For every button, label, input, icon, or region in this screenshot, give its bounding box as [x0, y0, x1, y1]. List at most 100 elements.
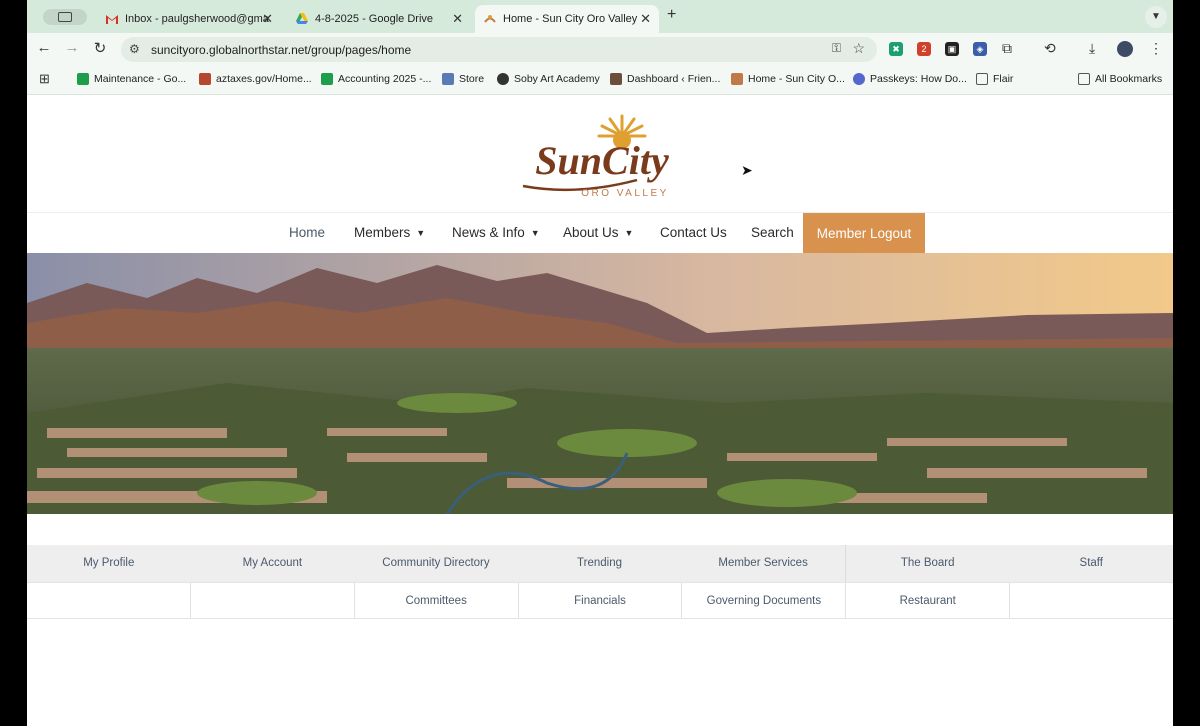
- chevron-down-icon: ▼: [416, 228, 426, 238]
- tab-switch-icon: [58, 12, 72, 22]
- extension-dark-icon[interactable]: ▣: [945, 42, 959, 56]
- tab-list-chevron-icon[interactable]: ▼: [1145, 6, 1167, 28]
- url-text[interactable]: suncityoro.globalnorthstar.net/group/pag…: [151, 43, 411, 57]
- apps-grid-icon[interactable]: ⊞: [39, 71, 50, 87]
- close-tab-icon[interactable]: ✕: [452, 11, 463, 27]
- bookmark-label: Dashboard ‹ Frien...: [627, 73, 721, 85]
- bookmarks-bar: ⊞ Maintenance - Go... aztaxes.gov/Home..…: [27, 65, 1173, 95]
- tab-title: Inbox - paulgsherwood@gma: [125, 13, 269, 25]
- quick-link-my-profile[interactable]: My Profile: [27, 545, 191, 582]
- bookmark-item[interactable]: Accounting 2025 -...: [321, 73, 431, 85]
- nav-news-info[interactable]: News & Info ▼: [452, 225, 540, 240]
- close-tab-icon[interactable]: ✕: [640, 11, 651, 27]
- bookmark-item[interactable]: Store: [442, 73, 484, 85]
- quick-link-restaurant[interactable]: Restaurant: [845, 583, 1009, 618]
- logo-subtitle: ORO VALLEY: [581, 188, 669, 199]
- sheets-icon: [77, 73, 89, 85]
- nav-label: About Us: [563, 225, 619, 240]
- quick-link-empty: [189, 583, 354, 618]
- member-logout-button[interactable]: Member Logout: [803, 213, 925, 254]
- nav-label: Members: [354, 225, 411, 240]
- folder-icon: [1078, 73, 1090, 85]
- nav-home[interactable]: Home: [289, 225, 325, 240]
- tab-sun-city[interactable]: Home - Sun City Oro Valley ✕: [475, 5, 659, 33]
- nav-about-us[interactable]: About Us ▼: [563, 225, 633, 240]
- all-bookmarks-folder[interactable]: All Bookmarks: [1078, 73, 1162, 85]
- bookmark-label: Store: [459, 73, 485, 85]
- logo-wordmark: SunCity: [535, 138, 669, 183]
- extensions-puzzle-icon[interactable]: ⧉: [1002, 40, 1012, 57]
- site-info-icon[interactable]: ⚙: [129, 42, 140, 56]
- google-drive-icon: [295, 12, 309, 26]
- bookmark-item[interactable]: Passkeys: How Do...: [853, 73, 967, 85]
- quick-link-staff[interactable]: Staff: [1009, 545, 1173, 582]
- passkey-icon: [853, 73, 865, 85]
- extension-badge-count: 2: [921, 44, 927, 54]
- history-icon[interactable]: ⟲: [1044, 40, 1056, 57]
- reload-icon[interactable]: ↻: [90, 39, 110, 57]
- bookmark-item[interactable]: Soby Art Academy: [497, 73, 600, 85]
- nav-contact-us[interactable]: Contact Us: [660, 225, 727, 240]
- bookmark-item[interactable]: Home - Sun City O...: [731, 73, 845, 85]
- bookmark-star-icon[interactable]: ☆: [852, 40, 865, 57]
- quick-link-empty: [1009, 583, 1173, 618]
- menu-kebab-icon[interactable]: ⋮: [1149, 40, 1163, 57]
- bookmark-folder[interactable]: Flair: [976, 73, 1013, 85]
- hero-landscape-image: [27, 253, 1173, 514]
- main-navigation: Home Members ▼ News & Info ▼ About Us ▼ Con…: [27, 212, 1173, 254]
- address-bar[interactable]: ⚙ suncityoro.globalnorthstar.net/group/p…: [121, 37, 877, 62]
- bookmark-label: aztaxes.gov/Home...: [216, 73, 312, 85]
- tab-google-drive[interactable]: 4-8-2025 - Google Drive ✕: [287, 5, 471, 33]
- quick-links-row: Committees Financials Governing Document…: [27, 582, 1173, 619]
- art-icon: [497, 73, 509, 85]
- quick-link-member-services[interactable]: Member Services: [681, 545, 845, 582]
- bookmark-item[interactable]: aztaxes.gov/Home...: [199, 73, 312, 85]
- gmail-icon: [105, 12, 119, 26]
- nav-label: News & Info: [452, 225, 525, 240]
- chevron-down-icon: ▼: [530, 228, 540, 238]
- bookmark-label: Home - Sun City O...: [748, 73, 845, 85]
- bookmark-label: Accounting 2025 -...: [338, 73, 432, 85]
- bookmark-item[interactable]: Dashboard ‹ Frien...: [610, 73, 720, 85]
- nav-members[interactable]: Members ▼: [354, 225, 425, 240]
- quick-link-empty: [27, 583, 190, 618]
- quick-link-the-board[interactable]: The Board: [844, 545, 1010, 582]
- suncity-favicon: [731, 73, 743, 85]
- extension-badge-icon[interactable]: 2: [917, 42, 931, 56]
- tab-search-button[interactable]: [43, 9, 87, 25]
- forward-arrow-icon[interactable]: →: [62, 39, 82, 56]
- bookmark-item[interactable]: Maintenance - Go...: [77, 73, 186, 85]
- web-page: SunCity ORO VALLEY ➤ Home Members ▼ News …: [27, 96, 1173, 726]
- chevron-down-icon: ▼: [624, 228, 634, 238]
- nav-search[interactable]: Search: [751, 225, 794, 240]
- browser-window: Inbox - paulgsherwood@gma ✕ 4-8-2025 - G…: [27, 0, 1173, 726]
- tab-title: 4-8-2025 - Google Drive: [315, 13, 434, 25]
- sun-city-logo[interactable]: SunCity ORO VALLEY: [517, 110, 687, 200]
- suncity-favicon: [483, 12, 497, 26]
- download-icon[interactable]: ⤓: [1089, 40, 1095, 57]
- bookmark-label: Soby Art Academy: [514, 73, 600, 85]
- bookmark-label: All Bookmarks: [1095, 73, 1163, 85]
- quick-link-governing-documents[interactable]: Governing Documents: [681, 583, 845, 618]
- folder-icon: [976, 73, 988, 85]
- quick-link-financials[interactable]: Financials: [517, 583, 682, 618]
- extension-x-icon[interactable]: ✖: [889, 42, 903, 56]
- quick-links-row: My Profile My Account Community Director…: [27, 545, 1173, 582]
- close-tab-icon[interactable]: ✕: [262, 11, 273, 27]
- bookmark-label: Flair: [993, 73, 1014, 85]
- arizona-flag-icon: [199, 73, 211, 85]
- extension-blue-icon[interactable]: ◈: [973, 42, 987, 56]
- bookmark-label: Passkeys: How Do...: [870, 73, 967, 85]
- mouse-cursor-icon: ➤: [741, 162, 753, 178]
- new-tab-button[interactable]: +: [667, 6, 676, 24]
- quick-link-community-directory[interactable]: Community Directory: [354, 545, 518, 582]
- bookmark-label: Maintenance - Go...: [94, 73, 187, 85]
- store-icon: [442, 73, 454, 85]
- password-key-icon[interactable]: ⚿: [832, 41, 841, 56]
- tab-gmail[interactable]: Inbox - paulgsherwood@gma ✕: [97, 5, 281, 33]
- quick-link-trending[interactable]: Trending: [518, 545, 682, 582]
- back-arrow-icon[interactable]: ←: [34, 39, 54, 56]
- profile-avatar[interactable]: [1117, 41, 1133, 57]
- quick-link-committees[interactable]: Committees: [353, 583, 518, 618]
- quick-link-my-account[interactable]: My Account: [191, 545, 355, 582]
